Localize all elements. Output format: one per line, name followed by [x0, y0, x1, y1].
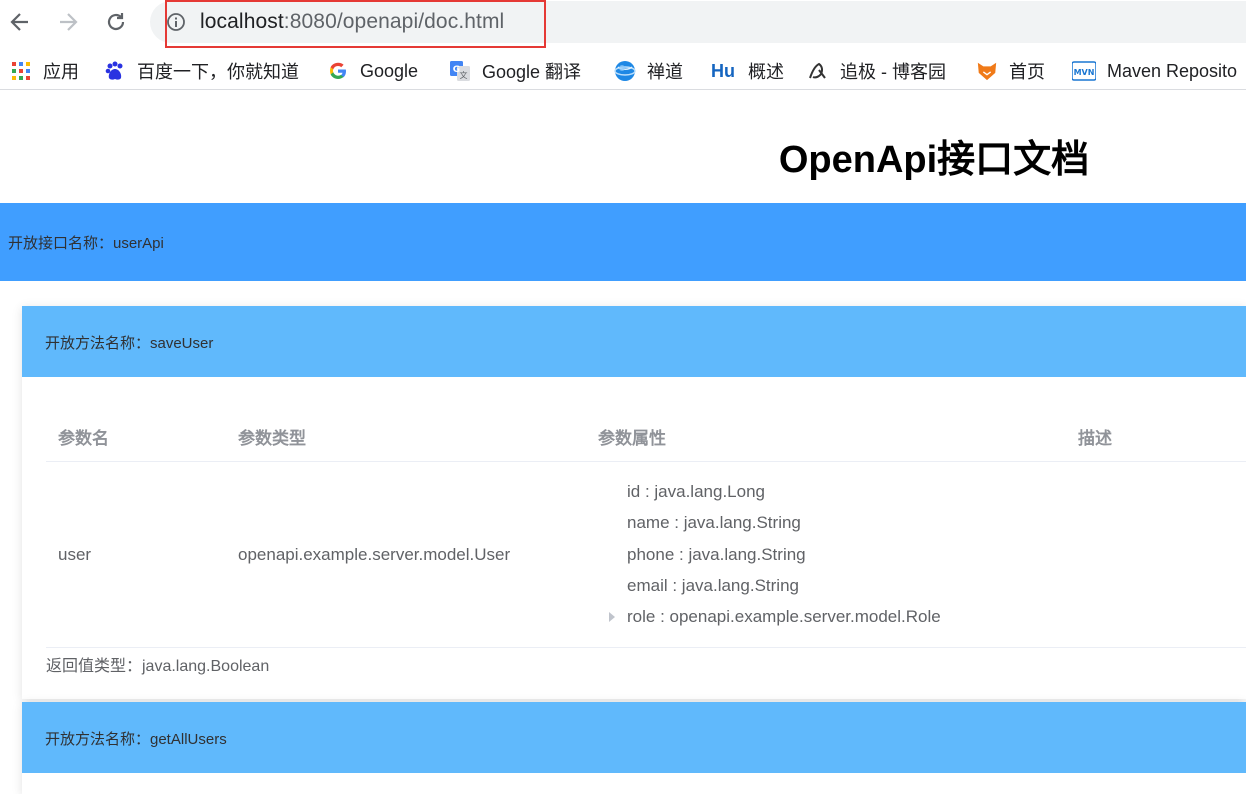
expand-triangle-icon[interactable]	[609, 612, 615, 622]
svg-text:文: 文	[460, 70, 468, 80]
bookmark-baidu[interactable]: 百度一下，你就知道	[104, 57, 299, 85]
property-item-role[interactable]: role : openapi.example.server.model.Role	[627, 607, 941, 627]
bookmark-home[interactable]: 首页	[976, 57, 1045, 85]
return-type-label: 返回值类型：java.lang.Boolean	[46, 658, 270, 675]
bookmark-label: 禅道	[647, 62, 683, 82]
forward-button[interactable]	[54, 8, 82, 36]
apps-grid-icon	[10, 60, 32, 82]
hu-logo-icon: Hu	[711, 60, 735, 81]
mvn-logo-icon: MVN	[1072, 60, 1096, 82]
column-header-param-name: 参数名	[58, 429, 109, 448]
google-g-icon	[327, 60, 349, 82]
bookmark-label: Google 翻译	[482, 62, 582, 82]
fox-logo-icon	[976, 60, 998, 82]
api-name-label: 开放接口名称：userApi	[8, 235, 164, 252]
table-header-divider	[46, 461, 1246, 462]
method-name-label: 开放方法名称：saveUser	[45, 335, 214, 352]
bookmark-google[interactable]: Google	[327, 57, 418, 85]
bookmark-label: 首页	[1009, 62, 1045, 82]
baidu-paw-icon	[104, 60, 126, 82]
bookmark-cnblogs[interactable]: 追极 - 博客园	[807, 57, 946, 85]
svg-text:MVN: MVN	[1074, 68, 1095, 77]
bookmark-overview[interactable]: Hu 概述	[709, 57, 784, 85]
property-item-name: name : java.lang.String	[627, 513, 801, 532]
property-item-email: email : java.lang.String	[627, 576, 799, 595]
bookmark-maven[interactable]: MVN Maven Reposito	[1072, 57, 1237, 85]
bookmark-label: 应用	[43, 62, 79, 82]
bookmark-label: 百度一下，你就知道	[137, 62, 299, 82]
property-item-phone: phone : java.lang.String	[627, 545, 806, 564]
bookmark-label: 追极 - 博客园	[840, 62, 946, 82]
bookmark-google-translate[interactable]: G文 Google 翻译	[449, 57, 581, 85]
zentao-globe-icon	[614, 60, 636, 82]
api-header-bar[interactable]: 开放接口名称：userApi	[0, 203, 1246, 281]
bookmark-label: Maven Reposito	[1107, 60, 1238, 81]
method-header-bar[interactable]: 开放方法名称：getAllUsers	[22, 702, 1246, 773]
method-header-bar[interactable]: 开放方法名称：saveUser	[22, 306, 1246, 377]
arrow-right-icon	[60, 13, 78, 31]
reload-button[interactable]	[102, 8, 130, 36]
reload-icon	[107, 13, 125, 31]
back-button[interactable]	[6, 8, 34, 36]
arrow-left-icon	[10, 13, 28, 31]
table-row-divider	[46, 647, 1246, 648]
column-header-param-props: 参数属性	[598, 429, 666, 448]
param-name-cell: user	[58, 545, 92, 564]
method-card-saveuser: 开放方法名称：saveUser 参数名 参数类型 参数属性 描述 user op…	[22, 306, 1246, 699]
property-item-id: id : java.lang.Long	[627, 482, 765, 501]
page-title: OpenApi接口文档	[778, 139, 1090, 181]
method-card-getallusers: 开放方法名称：getAllUsers	[22, 702, 1246, 794]
column-header-param-type: 参数类型	[238, 429, 306, 448]
browser-toolbar: localhost:8080/openapi/doc.html	[0, 0, 1246, 48]
param-type-cell: openapi.example.server.model.User	[238, 545, 511, 564]
cnblogs-icon	[807, 60, 829, 82]
bookmark-label: 概述	[748, 62, 784, 82]
bookmark-zentao[interactable]: 禅道	[614, 57, 683, 85]
google-translate-icon: G文	[449, 60, 471, 82]
bookmarks-bar: 应用 百度一下，你就知道 Google G文 Google 翻译 禅道 Hu 概…	[0, 52, 1246, 90]
method-name-label: 开放方法名称：getAllUsers	[45, 731, 227, 748]
url-highlight-box	[165, 0, 546, 48]
bookmark-apps[interactable]: 应用	[10, 57, 79, 85]
bookmark-label: Google	[360, 60, 419, 81]
column-header-description: 描述	[1078, 429, 1112, 448]
